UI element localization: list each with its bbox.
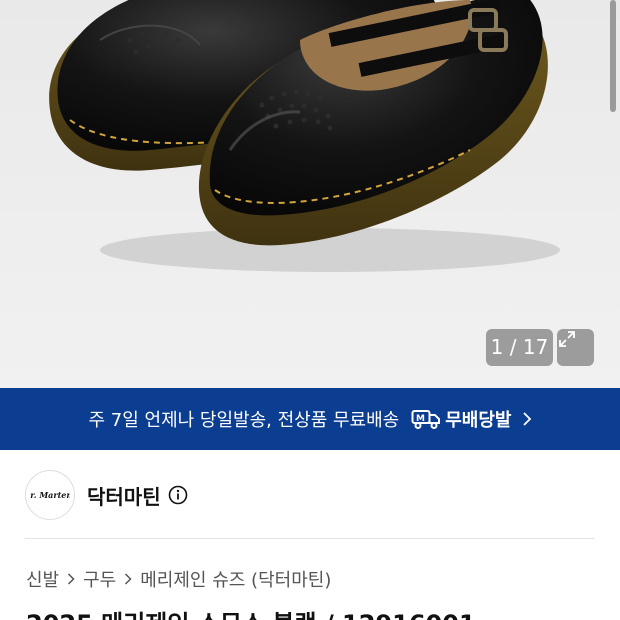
- banner-brand-label: 무배당발: [445, 410, 512, 431]
- seller-logo[interactable]: Dr. Martens: [25, 470, 75, 520]
- breadcrumb-item-shoes[interactable]: 신발: [26, 566, 59, 592]
- expand-icon: [559, 331, 575, 347]
- chevron-right-icon: [67, 572, 75, 586]
- chevron-right-icon: [522, 411, 532, 427]
- truck-icon: M: [411, 408, 441, 430]
- breadcrumb: 신발 구두 메리제인 슈즈 (닥터마틴): [26, 566, 331, 592]
- seller-row[interactable]: Dr. Martens 닥터마틴: [25, 470, 188, 520]
- free-shipping-banner[interactable]: 주 7일 언제나 당일발송, 전상품 무료배송 M 무배당발: [0, 388, 620, 450]
- seller-name[interactable]: 닥터마틴: [87, 481, 161, 510]
- logo-text: Dr. Martens: [30, 490, 70, 500]
- breadcrumb-item-dress-shoes[interactable]: 구두: [83, 566, 116, 592]
- banner-text: 주 7일 언제나 당일발송, 전상품 무료배송: [88, 410, 400, 431]
- divider: [25, 538, 595, 539]
- chevron-right-icon: [124, 572, 132, 586]
- product-image-gallery[interactable]: 1 / 17: [0, 0, 620, 388]
- breadcrumb-item-mary-jane[interactable]: 메리제인 슈즈 (닥터마틴): [140, 566, 331, 592]
- scrollbar[interactable]: [610, 0, 616, 112]
- image-counter: 1 / 17: [486, 329, 553, 366]
- info-icon[interactable]: [168, 485, 188, 505]
- expand-button[interactable]: [557, 329, 594, 366]
- product-title: 2025 메리제인 스무스 블랙 / 12916001: [26, 604, 476, 620]
